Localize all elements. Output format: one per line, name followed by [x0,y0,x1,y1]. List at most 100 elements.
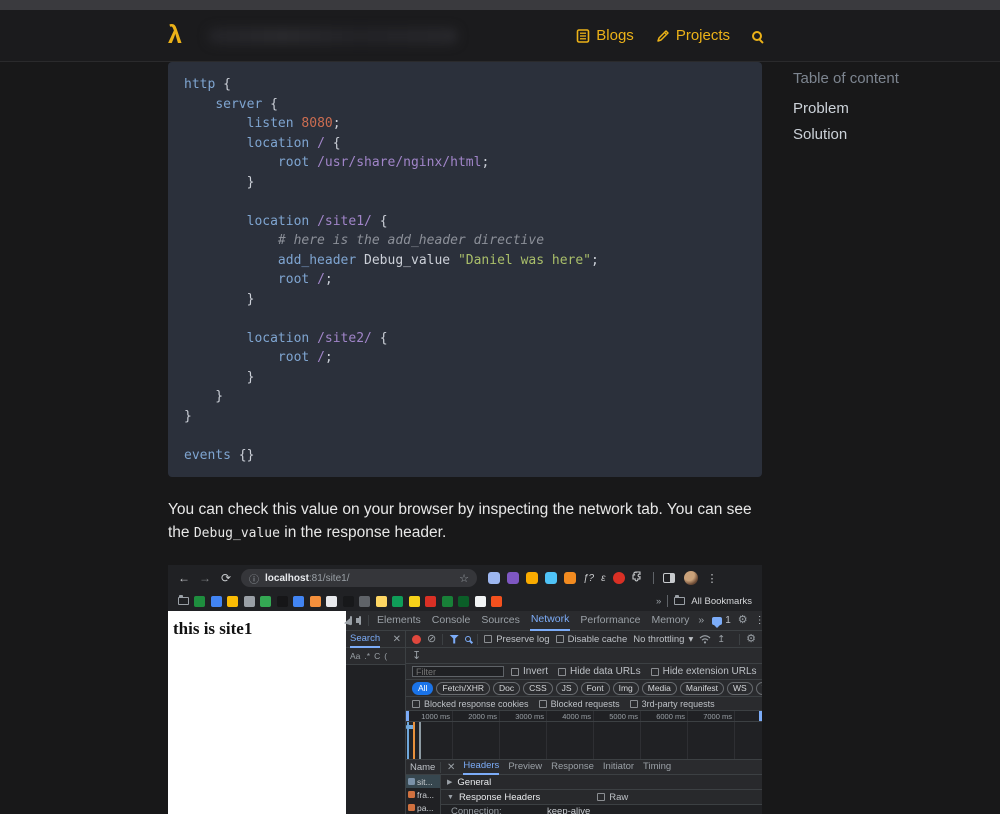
bookmark-favicon[interactable] [491,595,502,607]
profile-avatar[interactable] [683,571,698,585]
bookmark-favicon[interactable] [227,595,238,607]
bookmark-favicon[interactable] [408,595,420,607]
filter-pill-doc[interactable]: Doc [493,681,521,695]
preserve-log-checkbox[interactable]: Preserve log [484,634,550,645]
back-icon[interactable]: ← [178,571,190,585]
detail-tab-initiator[interactable]: Initiator [603,760,634,774]
timeline-handle-left[interactable] [406,711,409,721]
nav-blogs-link[interactable]: Blogs [576,27,634,44]
bookmark-favicon[interactable] [293,595,304,607]
devtools-settings-icon[interactable]: ⚙ [738,615,748,626]
bookmark-favicon[interactable] [474,595,486,607]
request-row[interactable]: fra... [406,788,440,801]
devtools-tab-console[interactable]: Console [431,611,472,630]
bookmark-favicon[interactable] [441,595,453,607]
close-details-icon[interactable]: ✕ [447,762,455,773]
bookmark-star-icon[interactable]: ☆ [459,572,469,585]
toc-item-solution[interactable]: Solution [793,122,983,148]
clear-icon[interactable]: ⊘ [427,633,436,645]
site-info-icon[interactable]: ⓘ [249,571,259,586]
bookmark-favicon[interactable] [194,595,205,607]
bookmark-favicon[interactable] [425,595,436,607]
export-har-icon[interactable]: ↧ [412,649,421,662]
device-toolbar-icon[interactable] [356,616,361,625]
extension-icon[interactable] [564,572,576,584]
filter-funnel-icon[interactable] [449,634,460,644]
console-messages-icon[interactable] [712,616,723,628]
bookmark-favicon[interactable] [326,595,337,607]
devtools-tab-elements[interactable]: Elements [376,611,422,630]
response-headers-section-row[interactable]: ▼ Response Headers Raw [441,790,762,805]
bookmark-favicon[interactable] [243,595,255,607]
search-option[interactable]: ( [384,651,387,661]
nav-projects-link[interactable]: Projects [656,27,730,44]
bookmark-favicon[interactable] [260,595,271,607]
search-icon[interactable] [752,30,762,41]
bookmarks-overflow-icon[interactable]: » [656,596,661,607]
network-overview-waterfall[interactable] [406,722,762,760]
detail-tab-timing[interactable]: Timing [643,760,671,774]
timeline-ruler[interactable]: 1000 ms 2000 ms 3000 ms 4000 ms 5000 ms 6000 … [406,711,762,722]
disable-cache-checkbox[interactable]: Disable cache [555,634,627,645]
search-option[interactable]: .* [364,651,370,661]
record-icon[interactable] [412,634,421,644]
inspect-element-icon[interactable] [350,616,352,625]
extension-icon[interactable] [526,572,538,584]
devtools-tab-memory[interactable]: Memory [650,611,690,630]
filter-pill-fetch-xhr[interactable]: Fetch/XHR [436,681,491,695]
bookmark-favicon[interactable] [375,595,387,607]
extension-icon[interactable] [507,572,519,584]
filter-pill-font[interactable]: Font [580,681,610,695]
devtools-tab-network[interactable]: Network [529,610,571,631]
search-option[interactable]: C [374,651,380,661]
more-tabs-icon[interactable]: » [697,611,705,630]
all-bookmarks-label[interactable]: All Bookmarks [691,596,752,607]
chrome-menu-icon[interactable]: ⋮ [707,572,718,585]
request-row[interactable]: pa... [406,801,440,814]
extensions-puzzle-icon[interactable] [631,570,644,586]
url-bar[interactable]: ⓘ localhost:81/site1/ ☆ [241,569,477,587]
extension-icon[interactable] [545,572,557,584]
filter-check-hide-data-urls[interactable]: Hide data URLs [558,666,641,677]
detail-tab-preview[interactable]: Preview [508,760,542,774]
filter-pill-media[interactable]: Media [641,681,677,695]
devtools-tab-sources[interactable]: Sources [480,611,521,630]
bookmark-favicon[interactable] [309,595,321,607]
filter-pill-ws[interactable]: WS [727,681,753,695]
filter-check-invert[interactable]: Invert [511,666,548,677]
filter-pill-wasm[interactable]: Wasm [755,681,762,695]
network-conditions-icon[interactable] [699,634,711,644]
bookmark-favicon[interactable] [392,595,403,607]
detail-tab-headers[interactable]: Headers [463,759,500,775]
search-tab[interactable]: Search [350,631,381,648]
throttling-dropdown[interactable]: No throttling ▾ [633,634,693,645]
raw-checkbox[interactable]: Raw [597,792,628,803]
search-option[interactable]: Aa [350,651,360,661]
devtools-menu-icon[interactable]: ⋮ [755,615,762,626]
filter-pill-img[interactable]: Img [612,681,639,695]
filter-pill-all[interactable]: All [412,681,434,695]
blocked-check-3rd-party-requests[interactable]: 3rd-party requests [629,699,715,709]
toc-item-problem[interactable]: Problem [793,96,983,122]
bookmark-favicon[interactable] [276,595,288,607]
blocked-check-blocked-response-cookies[interactable]: Blocked response cookies [412,699,529,709]
extension-icon[interactable]: ε [601,573,605,584]
site-logo[interactable]: λ [168,23,182,48]
filter-pill-css[interactable]: CSS [523,681,553,695]
bookmark-favicon[interactable] [342,595,354,607]
bookmark-folder-icon[interactable] [178,595,189,605]
request-row[interactable]: sit... [406,775,440,788]
search-close-icon[interactable]: ✕ [393,634,401,645]
devtools-tab-performance[interactable]: Performance [579,611,641,630]
bookmark-favicon[interactable] [458,595,469,607]
extension-icon[interactable] [612,572,625,584]
filter-pill-js[interactable]: JS [555,681,578,695]
bookmark-favicon[interactable] [359,595,370,607]
name-column-header[interactable]: Name [406,761,441,773]
general-section-row[interactable]: ▶ General [441,775,762,790]
filter-input[interactable] [412,666,504,677]
forward-icon[interactable]: → [199,571,211,585]
filter-pill-manifest[interactable]: Manifest [679,681,725,695]
bookmark-favicon[interactable] [210,595,222,607]
network-search-icon[interactable] [465,636,472,642]
